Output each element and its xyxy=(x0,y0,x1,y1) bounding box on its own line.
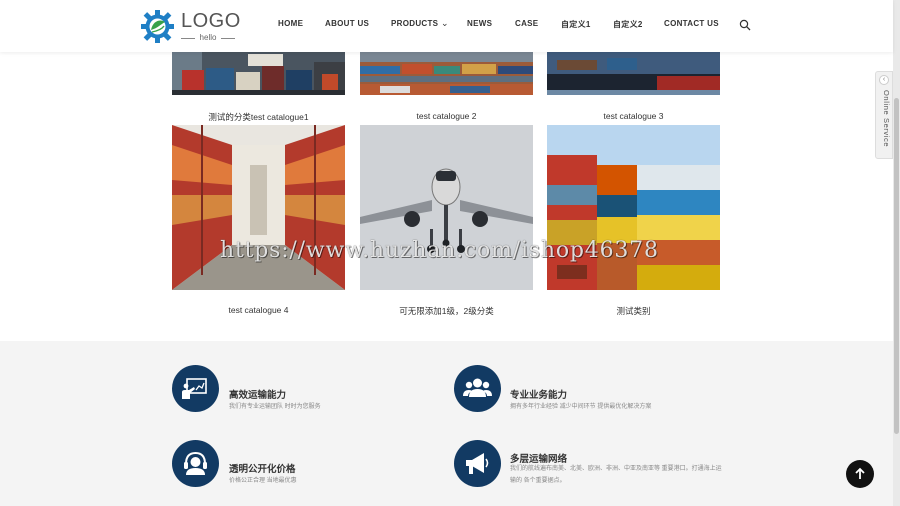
nav-about-us[interactable]: ABOUT US xyxy=(325,19,369,28)
scrollbar-thumb[interactable] xyxy=(894,98,899,434)
nav-case[interactable]: CASE xyxy=(515,19,538,28)
site-header: LOGO hello HOME ABOUT US PRODUCTS ⌄ NEWS… xyxy=(0,0,893,52)
nav-contact-us[interactable]: CONTACT US xyxy=(664,19,719,28)
catalogue-image-3[interactable] xyxy=(547,52,720,95)
search-icon[interactable] xyxy=(739,19,751,31)
feature-desc-3: 价格公正合理 当地最优惠 xyxy=(229,478,297,484)
back-to-top-button[interactable] xyxy=(846,460,874,488)
catalogue-caption-1[interactable]: 测试的分类test catalogue1 xyxy=(172,111,345,123)
chevron-down-icon[interactable]: ⌄ xyxy=(441,18,449,29)
feature-title-2: 专业业务能力 xyxy=(510,390,568,401)
nav-custom-1[interactable]: 自定义1 xyxy=(561,19,591,30)
logo-tagline: hello xyxy=(181,33,235,42)
catalogue-caption-4[interactable]: test catalogue 4 xyxy=(172,305,345,315)
nav-custom-2[interactable]: 自定义2 xyxy=(613,19,643,30)
online-service-label: Online Service xyxy=(882,90,891,148)
feature-desc-4: 我们的航线遍布南美、北美、欧洲、非洲、中亚及南亚等 重要港口。打通海上运输的 各… xyxy=(510,466,722,484)
catalogue-caption-5[interactable]: 可无限添加1级，2级分类 xyxy=(360,305,533,317)
megaphone-icon xyxy=(454,440,501,487)
online-service-tab[interactable]: ‹ Online Service xyxy=(875,71,893,159)
feature-desc-1: 我们有专业运输团队 时时为您服务 xyxy=(229,404,321,410)
catalogue-caption-3[interactable]: test catalogue 3 xyxy=(547,111,720,121)
chevron-left-icon[interactable]: ‹ xyxy=(879,75,889,85)
feature-desc-2: 拥有多年行业经验 减少中间环节 提供最优化解决方案 xyxy=(510,404,652,410)
arrow-up-icon xyxy=(855,467,865,479)
nav-news[interactable]: NEWS xyxy=(467,19,492,28)
nav-home[interactable]: HOME xyxy=(278,19,303,28)
page: LOGO hello HOME ABOUT US PRODUCTS ⌄ NEWS… xyxy=(0,0,900,506)
catalogue-caption-6[interactable]: 测试类别 xyxy=(547,305,720,317)
logo-text: LOGO xyxy=(181,10,241,32)
catalogue-image-1[interactable] xyxy=(172,52,345,95)
catalogue-image-2[interactable] xyxy=(360,52,533,95)
catalogue-image-5[interactable] xyxy=(360,125,533,290)
logo[interactable]: LOGO hello xyxy=(141,9,241,45)
logo-gear-icon xyxy=(141,10,174,43)
features-section: 高效运输能力 我们有专业运输团队 时时为您服务 专业业务能力 拥有多年行业经验 … xyxy=(0,341,893,506)
support-headset-icon xyxy=(172,440,219,487)
feature-title-1: 高效运输能力 xyxy=(229,390,287,401)
team-icon xyxy=(454,365,501,412)
catalogue-image-6[interactable] xyxy=(547,125,720,290)
catalogue-caption-2[interactable]: test catalogue 2 xyxy=(360,111,533,121)
catalogue-image-4[interactable] xyxy=(172,125,345,290)
feature-title-3: 透明公开化价格 xyxy=(229,464,296,475)
nav-products[interactable]: PRODUCTS xyxy=(391,19,438,28)
presentation-icon xyxy=(172,365,219,412)
